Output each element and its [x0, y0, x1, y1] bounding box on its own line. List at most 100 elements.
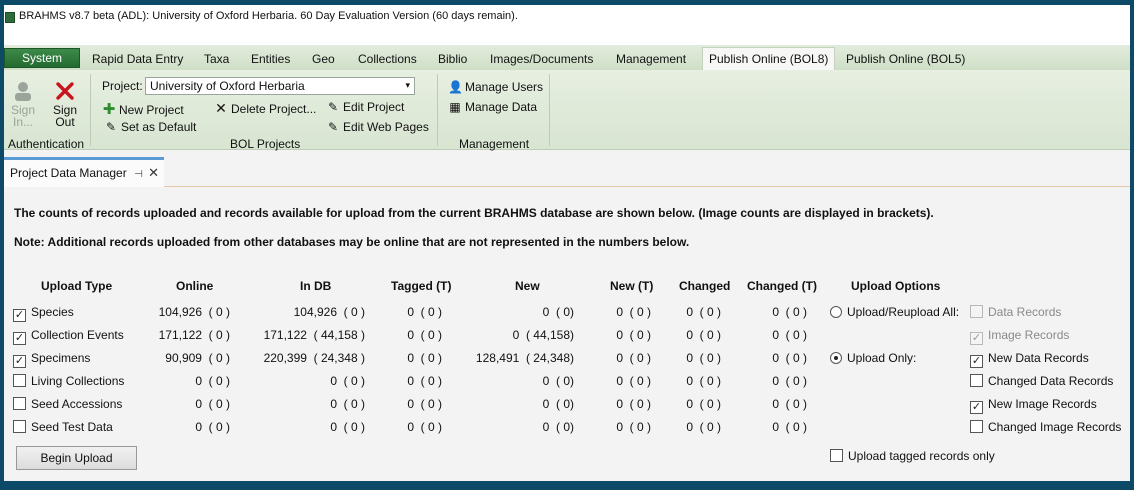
checkbox — [970, 305, 983, 318]
changed-t-cell: 0 ( 0 ) — [772, 374, 807, 388]
header-upload-options: Upload Options — [851, 279, 941, 293]
new-t-cell: 0 ( 0 ) — [616, 351, 651, 365]
upload-type-row-checkbox[interactable]: ✓ Collection Events — [13, 328, 124, 345]
set-as-default-label: Set as Default — [121, 120, 197, 134]
project-select[interactable]: University of Oxford Herbaria ▾ — [145, 77, 415, 95]
new-t-cell: 0 ( 0 ) — [616, 420, 651, 434]
tab-entities[interactable]: Entities — [245, 48, 296, 70]
upload-option-checkbox[interactable]: Changed Image Records — [970, 420, 1121, 434]
upload-tagged-only-label: Upload tagged records only — [848, 449, 995, 463]
manage-data-button[interactable]: ▦ Manage Data — [448, 100, 537, 114]
pin-icon[interactable]: ⊣ — [134, 169, 143, 180]
tagged-cell: 0 ( 0 ) — [407, 420, 442, 434]
tab-taxa[interactable]: Taxa — [198, 48, 235, 70]
tab-publish-online-bol8[interactable]: Publish Online (BOL8) — [702, 47, 836, 70]
sign-in-button[interactable]: Sign In... — [8, 80, 38, 128]
tab-project-data-manager[interactable]: Project Data Manager ⊣ ✕ — [4, 157, 164, 187]
header-tagged: Tagged (T) — [391, 279, 452, 293]
upload-type-row-checkbox[interactable]: Seed Accessions — [13, 397, 122, 411]
checkbox — [13, 397, 26, 410]
checkbox-checked: ✓ — [13, 355, 26, 368]
changed-cell: 0 ( 0 ) — [686, 305, 721, 319]
radio-circle — [830, 306, 842, 318]
window-bottom-border — [4, 481, 1130, 486]
close-icon[interactable]: ✕ — [148, 165, 159, 180]
upload-only-radio[interactable]: Upload Only: — [830, 351, 916, 365]
upload-option-label: Data Records — [988, 305, 1062, 319]
upload-type-row-checkbox[interactable]: ✓ Specimens — [13, 351, 90, 368]
tagged-cell: 0 ( 0 ) — [407, 305, 442, 319]
begin-upload-button[interactable]: Begin Upload — [16, 446, 137, 470]
users-icon: 👤 — [448, 80, 463, 94]
upload-reupload-all-radio[interactable]: Upload/Reupload All: — [830, 305, 959, 319]
in-db-cell: 0 ( 0 ) — [330, 397, 365, 411]
new-cell: 0 ( 0) — [542, 397, 574, 411]
set-as-default-button[interactable]: ✎ Set as Default — [104, 120, 196, 134]
tab-biblio[interactable]: Biblio — [432, 48, 473, 70]
manage-users-button[interactable]: 👤 Manage Users — [448, 80, 543, 94]
window-title: BRAHMS v8.7 beta (ADL): University of Ox… — [19, 10, 518, 22]
header-in-db: In DB — [300, 279, 332, 293]
upload-tagged-only-checkbox[interactable]: Upload tagged records only — [830, 449, 995, 463]
manage-users-label: Manage Users — [465, 80, 544, 94]
tagged-cell: 0 ( 0 ) — [407, 351, 442, 365]
checkbox — [13, 420, 26, 433]
delete-project-button[interactable]: ✕ Delete Project... — [214, 100, 316, 117]
edit-project-label: Edit Project — [343, 100, 405, 114]
online-cell: 104,926 ( 0 ) — [158, 305, 230, 319]
ribbon-tab-bar: System Rapid Data Entry Taxa Entities Ge… — [4, 45, 1130, 70]
sign-in-label: Sign In... — [10, 103, 36, 129]
header-new-t: New (T) — [610, 279, 654, 293]
tab-rapid-data-entry[interactable]: Rapid Data Entry — [86, 48, 189, 70]
checkbox — [970, 420, 983, 433]
tab-publish-online-bol5[interactable]: Publish Online (BOL5) — [840, 48, 971, 70]
upload-type-row-checkbox[interactable]: ✓ Species — [13, 305, 74, 322]
ribbon-panel: Sign In... Sign Out Authentication Proje… — [4, 70, 1130, 151]
upload-option-label: Changed Image Records — [988, 420, 1122, 434]
project-select-value: University of Oxford Herbaria — [150, 79, 305, 93]
new-cell: 0 ( 0) — [542, 305, 574, 319]
in-db-cell: 0 ( 0 ) — [330, 374, 365, 388]
authentication-group-label: Authentication — [8, 137, 85, 151]
upload-option-label: New Data Records — [988, 351, 1089, 365]
changed-cell: 0 ( 0 ) — [686, 420, 721, 434]
checkbox — [830, 449, 843, 462]
online-cell: 0 ( 0 ) — [195, 420, 230, 434]
sign-out-button[interactable]: Sign Out — [48, 80, 82, 128]
header-online: Online — [176, 279, 214, 293]
upload-type-row-checkbox[interactable]: Seed Test Data — [13, 420, 113, 434]
pencil-icon: ✎ — [105, 120, 117, 134]
in-db-cell: 104,926 ( 0 ) — [293, 305, 365, 319]
upload-option-checkbox[interactable]: Changed Data Records — [970, 374, 1113, 388]
upload-all-label: Upload/Reupload All: — [847, 305, 960, 319]
upload-option-checkbox[interactable]: ✓ New Image Records — [970, 397, 1097, 414]
checkbox-checked: ✓ — [13, 332, 26, 345]
changed-t-cell: 0 ( 0 ) — [772, 351, 807, 365]
upload-type-label: Species — [31, 305, 74, 319]
in-db-cell: 220,399 ( 24,348 ) — [263, 351, 365, 365]
tagged-cell: 0 ( 0 ) — [407, 328, 442, 342]
new-project-button[interactable]: ✚ New Project — [102, 100, 184, 118]
tab-collections[interactable]: Collections — [352, 48, 423, 70]
manage-data-label: Manage Data — [465, 100, 538, 114]
tab-geo[interactable]: Geo — [306, 48, 341, 70]
upload-type-label: Living Collections — [31, 374, 125, 388]
upload-option-checkbox: ✓ Image Records — [970, 328, 1069, 345]
checkbox-checked: ✓ — [970, 401, 983, 414]
upload-option-checkbox[interactable]: ✓ New Data Records — [970, 351, 1089, 368]
checkbox — [13, 374, 26, 387]
upload-type-row-checkbox[interactable]: Living Collections — [13, 374, 124, 388]
upload-type-label: Collection Events — [31, 328, 124, 342]
tab-images-documents[interactable]: Images/Documents — [484, 48, 599, 70]
tab-management[interactable]: Management — [610, 48, 692, 70]
close-red-icon — [56, 82, 74, 100]
online-cell: 171,122 ( 0 ) — [158, 328, 230, 342]
plus-icon: ✚ — [102, 101, 116, 118]
in-db-cell: 0 ( 0 ) — [330, 420, 365, 434]
tab-system[interactable]: System — [4, 48, 80, 68]
app-icon — [5, 12, 15, 23]
edit-web-pages-button[interactable]: ✎ Edit Web Pages — [326, 120, 429, 134]
new-t-cell: 0 ( 0 ) — [616, 328, 651, 342]
edit-project-button[interactable]: ✎ Edit Project — [326, 100, 404, 114]
edit-web-pages-label: Edit Web Pages — [343, 120, 429, 134]
